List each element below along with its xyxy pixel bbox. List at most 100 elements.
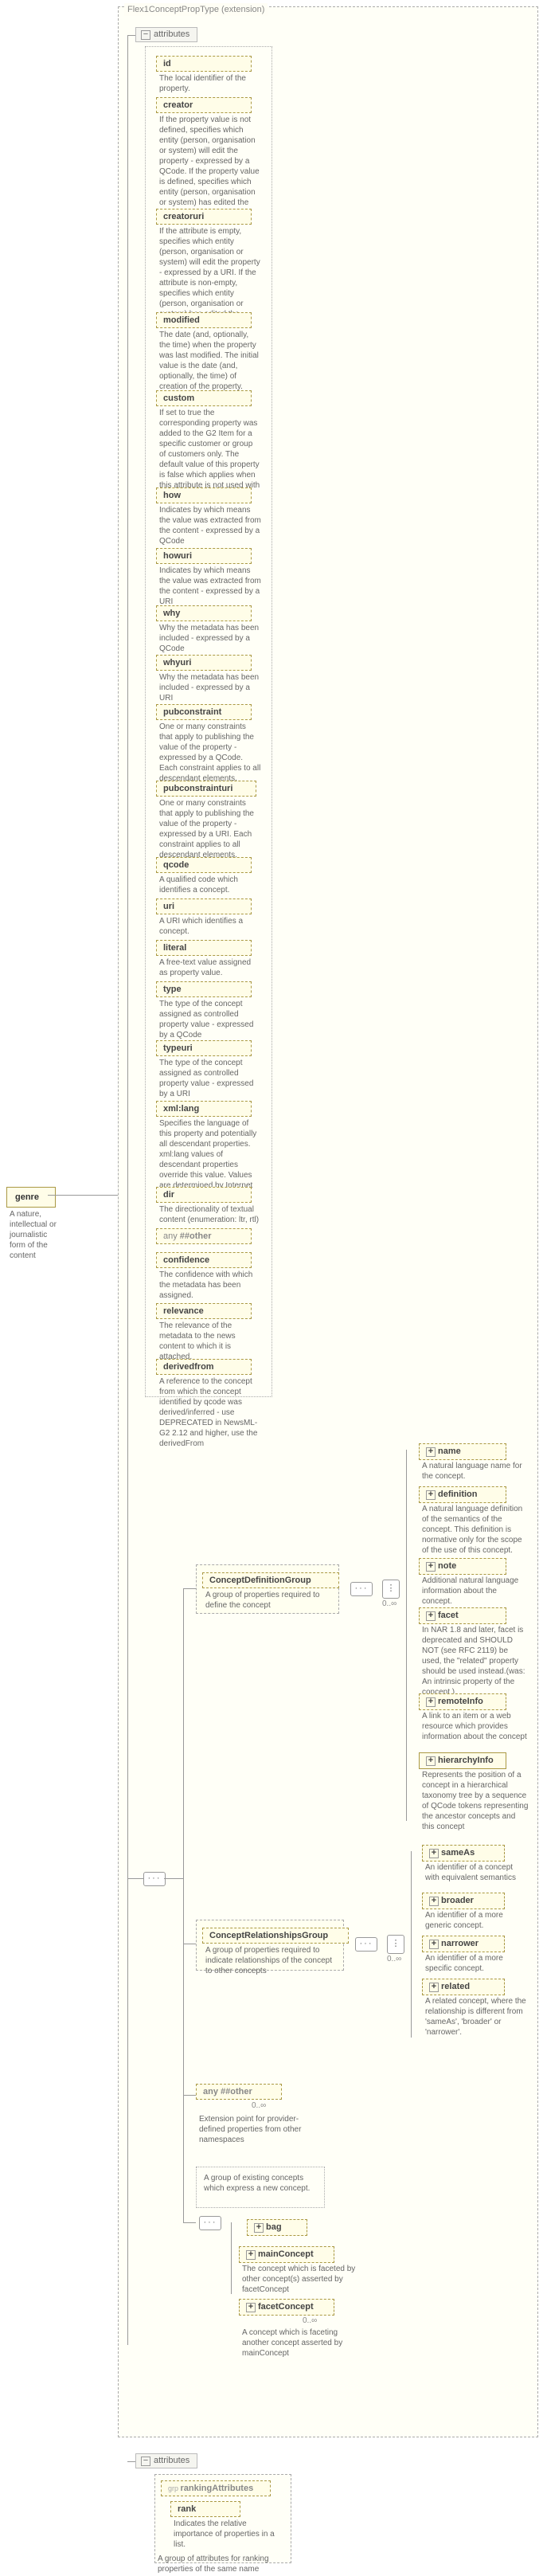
cardinality: 0..∞: [382, 1599, 397, 1608]
connector-line: [411, 1851, 412, 2038]
connector-line: [183, 2095, 196, 2096]
attr-how-desc: Indicates by which means the value was e…: [156, 503, 264, 548]
attr-howuri: howuri: [156, 548, 252, 564]
attr-relevance-desc: The relevance of the metadata to the new…: [156, 1319, 264, 1364]
attr-qcode: qcode: [156, 857, 252, 873]
plus-icon[interactable]: +: [426, 1490, 436, 1500]
plus-icon[interactable]: +: [429, 1897, 439, 1906]
attr-pubconstraint: pubconstraint: [156, 704, 252, 720]
attr-derivedfrom: derivedfrom: [156, 1359, 252, 1375]
sequence-connector: [199, 2216, 221, 2230]
elem-mainconcept-desc: The concept which is faceted by other co…: [239, 2262, 365, 2296]
attr-why: why: [156, 605, 252, 621]
concept-definition-group-desc: A group of properties required to define…: [202, 1588, 336, 1612]
plus-icon[interactable]: +: [254, 2223, 264, 2233]
attr-typeuri-desc: The type of the concept assigned as cont…: [156, 1056, 264, 1101]
concept-relationships-group-desc: A group of properties required to indica…: [202, 1944, 344, 1978]
elem-narrower: +narrower: [422, 1936, 505, 1952]
attr-pubconstraint-desc: One or many constraints that apply to pu…: [156, 720, 264, 785]
attr-creator: creator: [156, 97, 252, 113]
any-prefix: any: [163, 1231, 180, 1241]
root-desc: A nature, intellectual or journalistic f…: [6, 1208, 67, 1263]
connector-line: [231, 2222, 232, 2294]
elem-remoteinfo-desc: A link to an item or a web resource whic…: [419, 1709, 532, 1744]
elem-facet: +facet: [419, 1607, 506, 1624]
plus-icon[interactable]: +: [426, 1562, 436, 1572]
ranking-group-name: grp rankingAttributes: [161, 2480, 271, 2496]
connector-line: [183, 1588, 184, 2222]
elem-name-desc: A natural language name for the concept.: [419, 1459, 529, 1483]
attr-confidence-desc: The confidence with which the metadata h…: [156, 1268, 264, 1302]
connector-line: [164, 1878, 183, 1879]
elem-broader: +broader: [422, 1893, 505, 1909]
attr-how: how: [156, 487, 252, 503]
attr-pubconstrainturi: pubconstrainturi: [156, 781, 256, 797]
concept-relationships-group-name: ConceptRelationshipsGroup: [202, 1928, 349, 1944]
root-name: genre: [15, 1192, 39, 1202]
diagram-root: genre A nature, intellectual or journali…: [0, 0, 543, 2573]
attr-literal: literal: [156, 940, 252, 956]
elem-hierarchyinfo: +hierarchyInfo: [419, 1752, 506, 1769]
plus-icon[interactable]: +: [246, 2303, 256, 2312]
plus-icon[interactable]: +: [426, 1447, 436, 1457]
attr-relevance: relevance: [156, 1303, 252, 1319]
attr-any-other: any ##other: [156, 1228, 252, 1244]
attr-typeuri: typeuri: [156, 1040, 252, 1056]
plus-icon[interactable]: +: [429, 1849, 439, 1858]
minus-icon: −: [141, 30, 150, 40]
plus-icon[interactable]: +: [429, 1983, 439, 1992]
ranking-attributes-header: −attributes: [135, 2453, 197, 2468]
attributes-header: −attributes: [135, 27, 197, 42]
elem-bag: +bag: [247, 2219, 307, 2236]
connector-line: [183, 2222, 196, 2223]
elem-note: +note: [419, 1558, 506, 1575]
elem-name: +name: [419, 1443, 506, 1460]
elem-broader-desc: An identifier of a more generic concept.: [422, 1909, 532, 1932]
elem-definition: +definition: [419, 1486, 506, 1503]
attr-dir: dir: [156, 1187, 252, 1203]
cardinality: 0..∞: [303, 2316, 317, 2325]
minus-icon: −: [141, 2457, 150, 2466]
attr-rank: rank: [170, 2501, 240, 2517]
attr-howuri-desc: Indicates by which means the value was e…: [156, 564, 264, 609]
existing-desc: A group of existing concepts which expre…: [201, 2171, 325, 2195]
sequence-connector: [355, 1937, 377, 1952]
attr-whyuri: whyuri: [156, 655, 252, 671]
connector-line: [127, 35, 135, 36]
elem-definition-desc: A natural language definition of the sem…: [419, 1502, 532, 1557]
plus-icon[interactable]: +: [429, 1940, 439, 1949]
connector-line: [183, 1588, 196, 1589]
plus-icon[interactable]: +: [426, 1697, 436, 1707]
attr-qcode-desc: A qualified code which identifies a conc…: [156, 873, 264, 897]
connector-line: [406, 1450, 407, 1821]
cardinality: 0..∞: [252, 2101, 266, 2110]
attr-custom: custom: [156, 390, 252, 406]
elem-sameas: +sameAs: [422, 1845, 505, 1862]
attr-id-desc: The local identifier of the property.: [156, 72, 258, 96]
attr-rank-desc: Indicates the relative importance of pro…: [170, 2517, 280, 2551]
attr-pubconstrainturi-desc: One or many constraints that apply to pu…: [156, 797, 264, 862]
plus-icon[interactable]: +: [246, 2250, 256, 2260]
elem-facet-desc: In NAR 1.8 and later, facet is deprecate…: [419, 1623, 532, 1699]
choice-connector: [387, 1935, 404, 1954]
attr-whyuri-desc: Why the metadata has been included - exp…: [156, 671, 264, 705]
attr-confidence: confidence: [156, 1252, 252, 1268]
elem-facetconcept: +facetConcept: [239, 2299, 334, 2316]
sequence-connector: [350, 1582, 373, 1596]
elem-note-desc: Additional natural language information …: [419, 1574, 532, 1608]
attr-why-desc: Why the metadata has been included - exp…: [156, 621, 264, 656]
elem-facetconcept-desc: A concept which is faceting another conc…: [239, 2326, 365, 2360]
connector-line: [127, 1878, 143, 1879]
plus-icon[interactable]: +: [426, 1756, 436, 1766]
group-prefix: grp: [168, 2484, 181, 2492]
connector-line: [127, 35, 128, 2345]
attr-creatoruri: creatoruri: [156, 209, 252, 225]
elem-any-other-desc: Extension point for provider-defined pro…: [196, 2112, 322, 2147]
plus-icon[interactable]: +: [426, 1611, 436, 1621]
extension-title: Flex1ConceptPropType (extension): [124, 3, 268, 16]
sequence-connector: [143, 1872, 166, 1886]
attr-dir-desc: The directionality of textual content (e…: [156, 1203, 264, 1227]
elem-mainconcept: +mainConcept: [239, 2246, 334, 2263]
attr-derivedfrom-desc: A reference to the concept from which th…: [156, 1375, 264, 1450]
elem-sameas-desc: An identifier of a concept with equivale…: [422, 1861, 532, 1885]
